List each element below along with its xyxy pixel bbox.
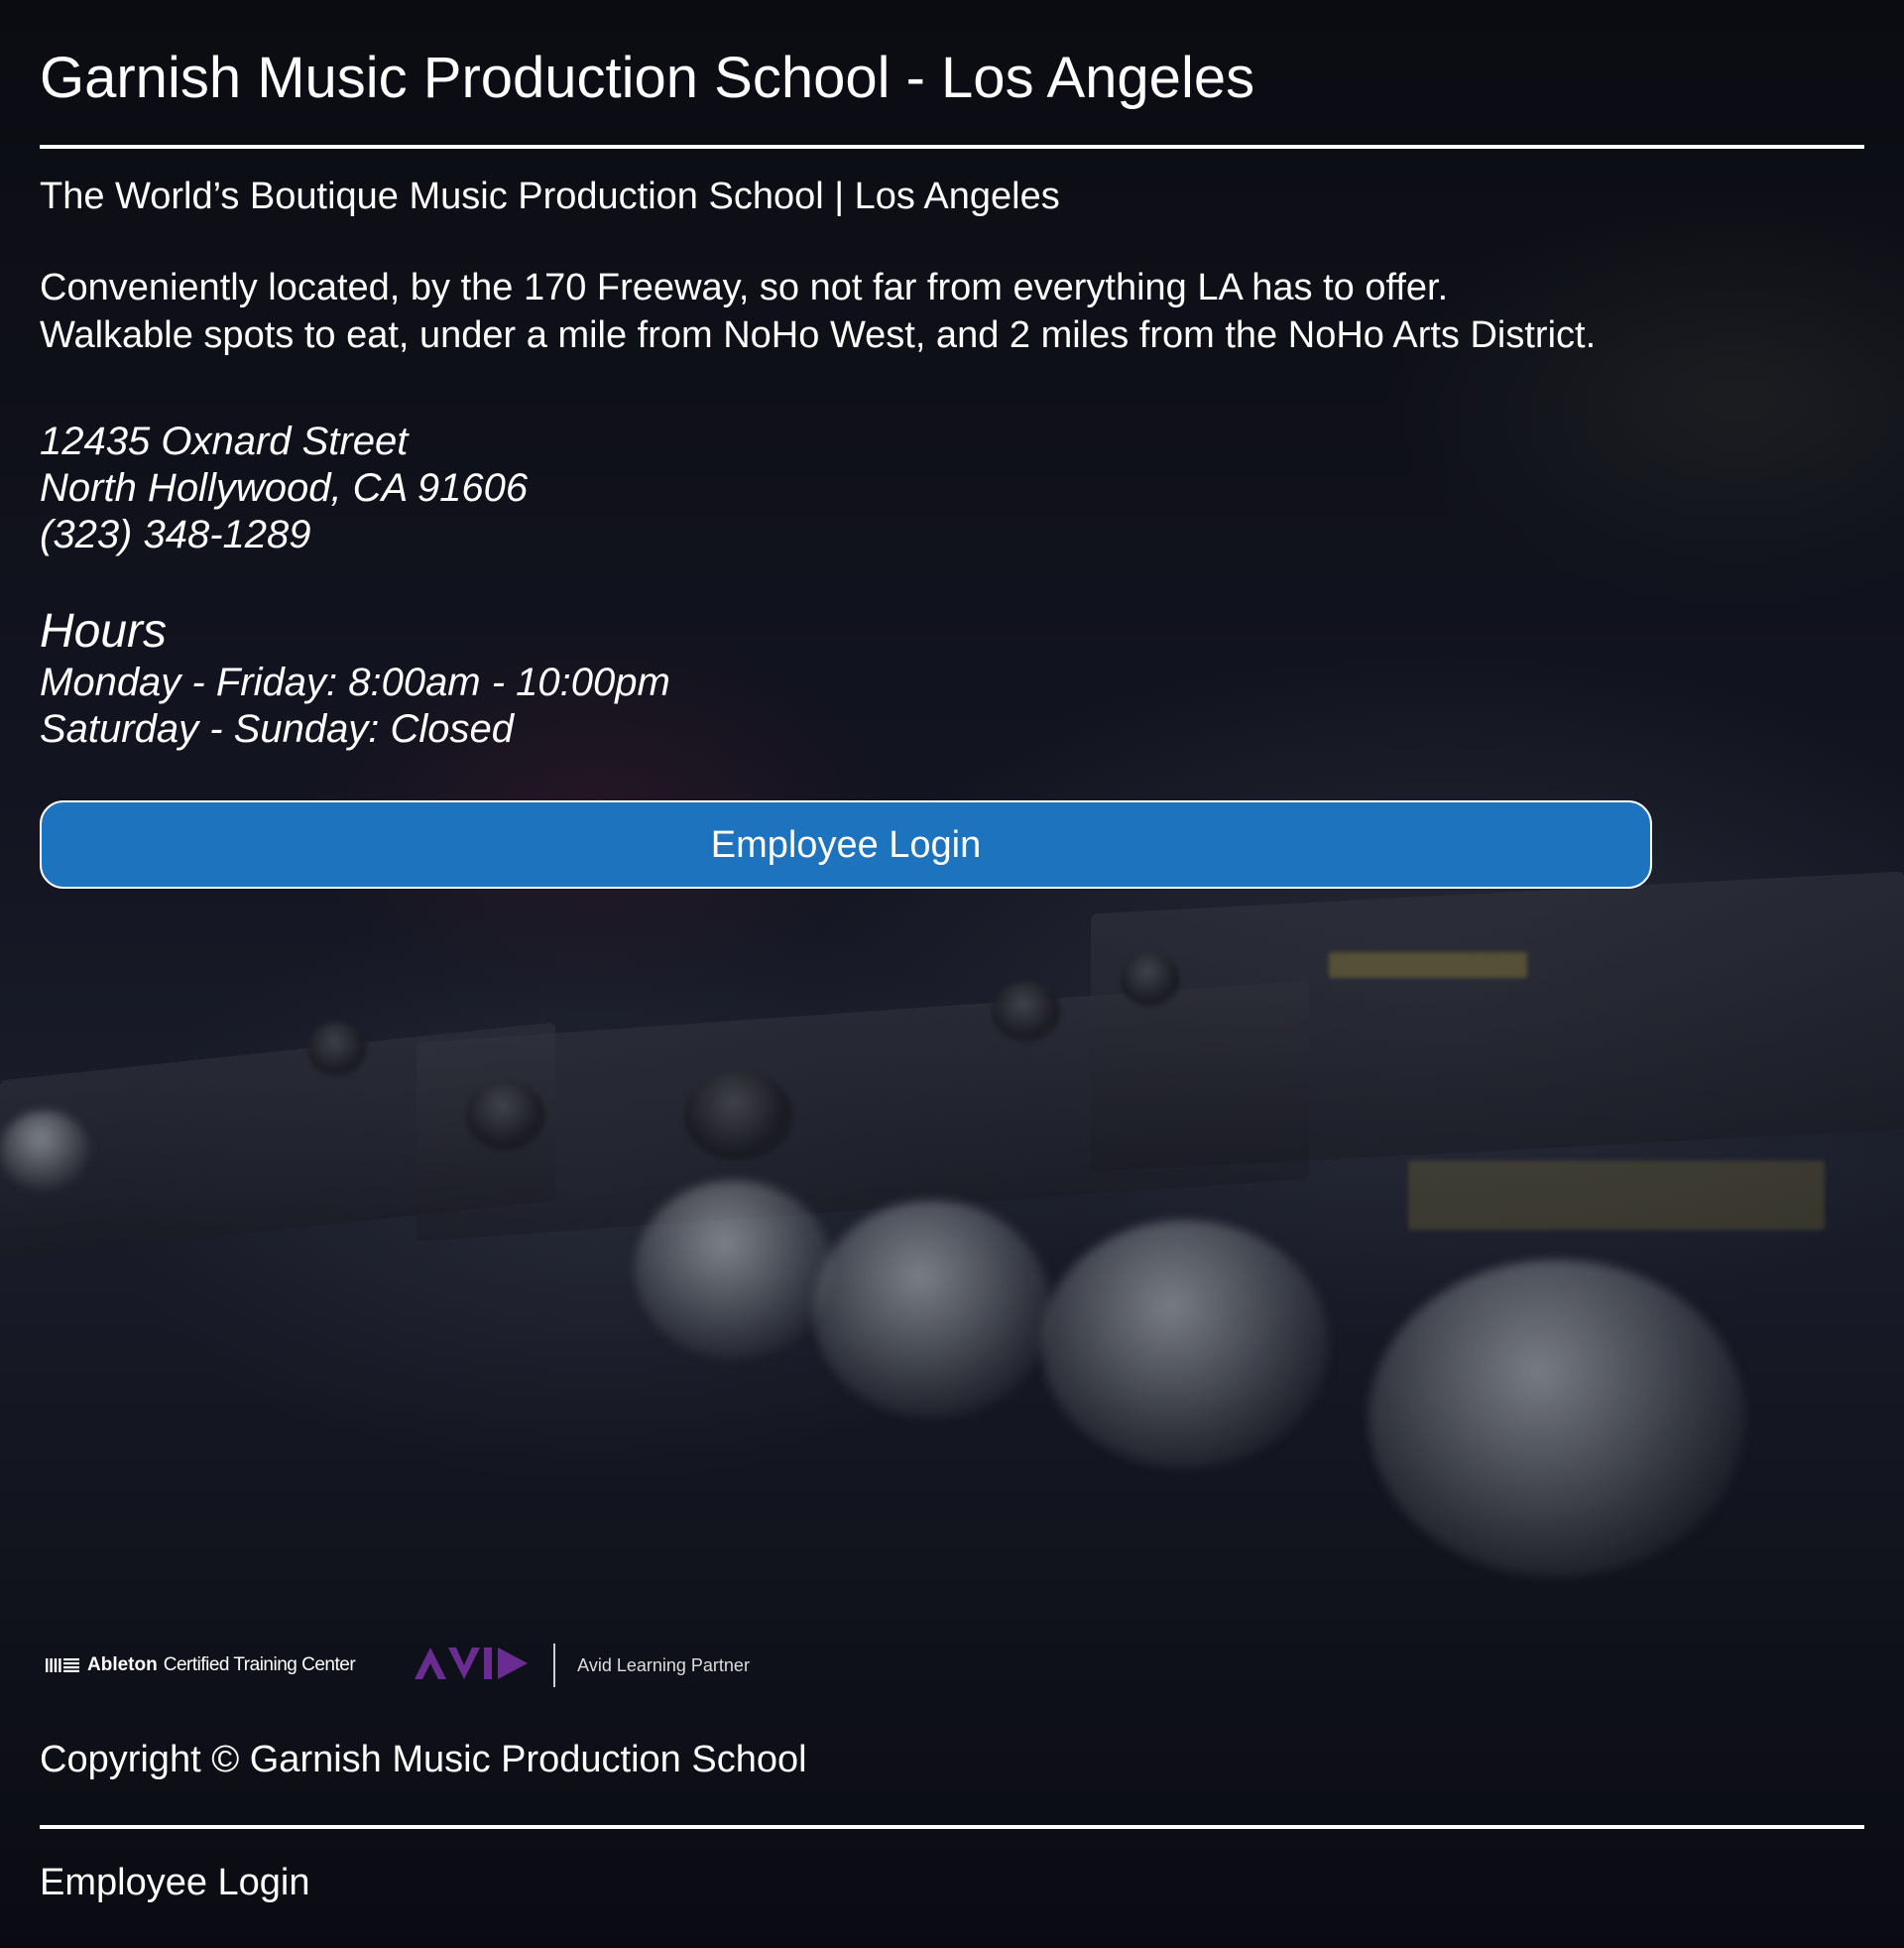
tagline: The World’s Boutique Music Production Sc…	[40, 176, 1060, 217]
footer-employee-login-link[interactable]: Employee Login	[40, 1859, 310, 1906]
ableton-icon	[46, 1656, 81, 1674]
console-display	[1329, 952, 1527, 978]
console-panel	[1091, 871, 1904, 1172]
address-block: 12435 Oxnard Street North Hollywood, CA …	[40, 359, 1864, 558]
ableton-certified-logo: Ableton Certified Training Center	[46, 1654, 356, 1676]
footer-divider	[40, 1825, 1864, 1829]
description-line: Walkable spots to eat, under a mile from…	[40, 314, 1597, 356]
knob	[307, 1022, 367, 1076]
console-display	[1408, 1160, 1825, 1230]
page-title: Garnish Music Production School - Los An…	[40, 46, 1255, 110]
phone-number: (323) 348-1289	[40, 513, 311, 556]
city-state-zip: North Hollywood, CA 91606	[40, 466, 529, 510]
knob	[0, 1111, 89, 1190]
knob	[684, 1071, 793, 1160]
location-description: Conveniently located, by the 170 Freeway…	[40, 220, 1864, 359]
avid-subtitle: Avid Learning Partner	[577, 1654, 750, 1675]
employee-login-button[interactable]: Employee Login	[40, 800, 1652, 889]
knob	[635, 1180, 833, 1359]
street-address: 12435 Oxnard Street	[40, 420, 409, 463]
avid-logo-icon	[415, 1645, 530, 1686]
knob	[466, 1081, 545, 1151]
ableton-name: Ableton	[87, 1654, 158, 1675]
avid-learning-partner-logo: Avid Learning Partner	[415, 1644, 750, 1687]
knob	[1041, 1220, 1329, 1468]
knob	[1121, 952, 1180, 1007]
copyright-text: Copyright © Garnish Music Production Sch…	[40, 1739, 807, 1780]
hours-weekend: Saturday - Sunday: Closed	[40, 707, 515, 751]
description-line: Conveniently located, by the 170 Freeway…	[40, 267, 1449, 308]
avid-divider	[553, 1644, 556, 1687]
ableton-subtitle: Certified Training Center	[163, 1654, 356, 1675]
knob	[992, 982, 1061, 1041]
knob	[813, 1200, 1051, 1418]
hours-weekdays: Monday - Friday: 8:00am - 10:00pm	[40, 661, 670, 704]
main-content: Garnish Music Production School - Los An…	[0, 0, 1904, 889]
knob	[1368, 1260, 1745, 1577]
partner-logos: Ableton Certified Training Center Avid L…	[46, 1639, 750, 1692]
hours-heading: Hours	[40, 605, 168, 658]
